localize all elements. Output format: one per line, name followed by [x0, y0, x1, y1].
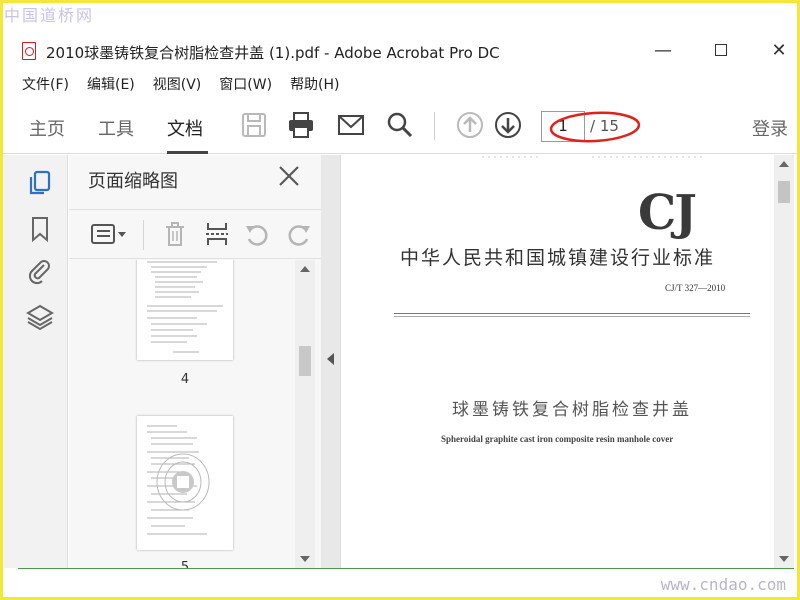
thumbnail-page-content [147, 425, 210, 535]
save-icon[interactable] [239, 110, 269, 140]
toolbar-divider [434, 112, 435, 140]
thumbnail-page-4[interactable] [137, 260, 233, 360]
document-scrollbar-thumb[interactable] [778, 181, 790, 203]
page-top-marks [482, 156, 702, 158]
print-icon[interactable] [286, 110, 316, 140]
close-panel-icon[interactable] [277, 164, 301, 188]
navigation-rail [0, 155, 68, 568]
menu-file[interactable]: 文件(F) [22, 74, 69, 94]
rotate-left-icon[interactable] [243, 220, 271, 248]
pdf-file-icon [22, 42, 36, 60]
cj-logo: CJ [638, 185, 697, 241]
thumbnail-page-5[interactable] [137, 416, 233, 550]
thumbnail-scrollbar[interactable] [295, 260, 315, 568]
thumbnail-page-number-4: 4 [180, 372, 190, 387]
document-view[interactable]: CJ 中华人民共和国城镇建设行业标准 CJ/T 327—2010 球墨铸铁复合树… [342, 155, 774, 568]
title-divider-thin [394, 316, 750, 317]
page-thumbnails-icon[interactable] [26, 169, 54, 197]
annotation-ellipse [549, 111, 641, 143]
extract-icon[interactable] [203, 220, 231, 248]
maximize-icon [715, 44, 727, 56]
standard-code: CJ/T 327—2010 [665, 283, 726, 293]
document-page: CJ 中华人民共和国城镇建设行业标准 CJ/T 327—2010 球墨铸铁复合树… [342, 155, 774, 568]
doc-scroll-down-icon[interactable] [779, 556, 789, 562]
minimize-button[interactable]: — [648, 40, 678, 61]
tab-home[interactable]: 主页 [29, 115, 65, 141]
thumbnail-list: 4 5 [69, 260, 299, 568]
tab-tools[interactable]: 工具 [98, 115, 134, 141]
email-icon[interactable] [336, 110, 366, 140]
title-divider [394, 313, 750, 314]
attachment-icon[interactable] [26, 257, 54, 285]
arrow-up-icon[interactable] [455, 110, 485, 140]
watermark-bottom: www.cndao.com [660, 575, 786, 594]
scroll-down-icon[interactable] [300, 556, 310, 562]
menu-window[interactable]: 窗口(W) [219, 74, 272, 94]
panel-collapse-handle[interactable] [321, 155, 341, 568]
options-menu-icon[interactable] [89, 220, 129, 248]
active-tab-indicator [167, 151, 208, 154]
thumbnail-page-number-5: 5 [180, 560, 190, 568]
collapse-left-icon [327, 353, 334, 365]
close-button[interactable]: ✕ [764, 40, 794, 61]
search-icon[interactable] [385, 110, 415, 140]
menu-edit[interactable]: 编辑(E) [87, 74, 135, 94]
thumbnail-page-content [147, 261, 223, 353]
document-scrollbar[interactable] [774, 155, 794, 568]
watermark-top: 中国道桥网 [4, 6, 95, 25]
menu-view[interactable]: 视图(V) [153, 74, 202, 94]
scroll-up-icon[interactable] [300, 266, 310, 272]
thumbnail-toolbar-divider [143, 220, 144, 250]
arrow-down-icon[interactable] [493, 110, 523, 140]
tab-document[interactable]: 文档 [167, 115, 203, 141]
thumbnail-toolbar [69, 209, 321, 259]
thumbnail-scrollbar-thumb[interactable] [299, 346, 311, 376]
menu-help[interactable]: 帮助(H) [290, 74, 339, 94]
thumbnails-panel: 页面缩略图 4 5 [69, 155, 321, 568]
title-bar: 2010球墨铸铁复合树脂检查井盖 (1).pdf - Adobe Acrobat… [0, 32, 800, 70]
rotate-right-icon[interactable] [285, 220, 313, 248]
document-cn-title: 球墨铸铁复合树脂检查井盖 [452, 400, 692, 420]
layers-icon[interactable] [26, 303, 54, 331]
maximize-button[interactable] [706, 40, 736, 61]
bookmark-icon[interactable] [26, 215, 54, 243]
panel-title: 页面缩略图 [88, 171, 178, 192]
menu-bar: 文件(F) 编辑(E) 视图(V) 窗口(W) 帮助(H) [22, 74, 340, 94]
doc-scroll-up-icon[interactable] [779, 161, 789, 167]
delete-icon[interactable] [161, 220, 189, 248]
document-en-title: Spheroidal graphite cast iron composite … [441, 434, 674, 444]
toolbar: 主页 工具 文档 1 / 15 登录 [0, 100, 800, 154]
status-divider [18, 568, 794, 569]
standard-title: 中华人民共和国城镇建设行业标准 [400, 247, 716, 269]
window-title: 2010球墨铸铁复合树脂检查井盖 (1).pdf - Adobe Acrobat… [46, 44, 500, 62]
login-button[interactable]: 登录 [752, 115, 788, 141]
